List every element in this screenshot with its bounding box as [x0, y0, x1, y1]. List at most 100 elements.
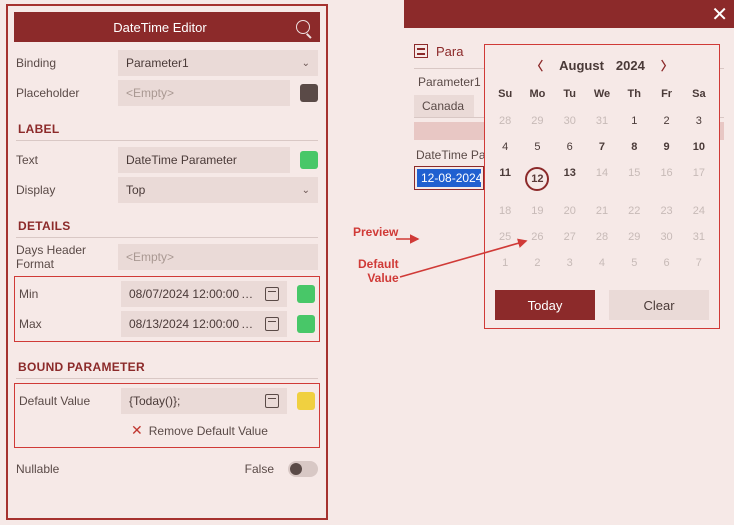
calendar-day[interactable]: 9 — [650, 134, 682, 160]
calendar-day[interactable]: 4 — [489, 134, 521, 160]
binding-label: Binding — [16, 56, 112, 70]
calendar-day: 19 — [521, 198, 553, 224]
calendar-dow: Fr — [650, 84, 682, 108]
calendar-day: 24 — [683, 198, 715, 224]
today-button[interactable]: Today — [495, 290, 595, 320]
parameter-name: Parameter1 — [414, 69, 484, 95]
max-color-swatch[interactable] — [297, 315, 315, 333]
annotation-default-value: DefaultValue — [358, 258, 399, 286]
details-section-title: DETAILS — [16, 211, 318, 238]
close-icon: ✕ — [131, 422, 143, 439]
text-label: Text — [16, 153, 112, 167]
calendar-day: 18 — [489, 198, 521, 224]
calendar-day: 25 — [489, 224, 521, 250]
calendar-popup: 〈 August 2024 〉 SuMoTuWeThFrSa2829303112… — [484, 44, 720, 329]
preview-panel: ✕ Parameters Parameter1 Canada DateTime … — [404, 0, 734, 525]
days-header-input[interactable]: <Empty> — [118, 244, 318, 270]
text-color-swatch[interactable] — [300, 151, 318, 169]
calendar-day: 2 — [521, 250, 553, 276]
calendar-day: 28 — [586, 224, 618, 250]
nullable-value: False — [245, 462, 274, 476]
display-label: Display — [16, 183, 112, 197]
calendar-icon[interactable] — [265, 394, 279, 408]
calendar-day: 20 — [554, 198, 586, 224]
calendar-icon[interactable] — [265, 317, 279, 331]
next-month-button[interactable]: 〉 — [657, 57, 677, 74]
default-value-label: Default Value — [19, 394, 115, 408]
default-value-input[interactable]: {Today()}; — [121, 388, 287, 414]
calendar-day[interactable]: 10 — [683, 134, 715, 160]
calendar-day: 5 — [618, 250, 650, 276]
calendar-dow: We — [586, 84, 618, 108]
editor-title: DateTime Editor — [24, 20, 296, 35]
calendar-day: 21 — [586, 198, 618, 224]
calendar-dow: Mo — [521, 84, 553, 108]
calendar-day: 31 — [586, 108, 618, 134]
max-input[interactable]: 08/13/2024 12:00:00… — [121, 311, 287, 337]
parameter-value[interactable]: Canada — [414, 95, 474, 117]
close-icon[interactable]: ✕ — [711, 2, 728, 27]
calendar-day[interactable]: 1 — [618, 108, 650, 134]
calendar-day: 14 — [586, 160, 618, 198]
calendar-dow: Sa — [683, 84, 715, 108]
calendar-day[interactable]: 7 — [586, 134, 618, 160]
text-input[interactable]: DateTime Parameter — [118, 147, 290, 173]
calendar-day: 27 — [554, 224, 586, 250]
calendar-day: 28 — [489, 108, 521, 134]
calendar-year[interactable]: 2024 — [616, 58, 645, 73]
filter-icon — [414, 44, 428, 58]
calendar-dow: Tu — [554, 84, 586, 108]
editor-header: DateTime Editor — [14, 12, 320, 42]
calendar-day: 1 — [489, 250, 521, 276]
placeholder-color-swatch[interactable] — [300, 84, 318, 102]
calendar-day[interactable]: 3 — [683, 108, 715, 134]
calendar-day: 23 — [650, 198, 682, 224]
calendar-day[interactable]: 8 — [618, 134, 650, 160]
placeholder-label: Placeholder — [16, 86, 112, 100]
calendar-grid: SuMoTuWeThFrSa28293031123456789101112131… — [489, 84, 715, 276]
search-icon[interactable] — [296, 20, 310, 34]
clear-button[interactable]: Clear — [609, 290, 709, 320]
calendar-month[interactable]: August — [559, 58, 604, 73]
calendar-day[interactable]: 5 — [521, 134, 553, 160]
prev-month-button[interactable]: 〈 — [527, 57, 547, 74]
calendar-day[interactable]: 13 — [554, 160, 586, 198]
datetime-label: DateTime Parameter — [414, 144, 484, 166]
preview-titlebar: ✕ — [404, 0, 734, 28]
calendar-day: 17 — [683, 160, 715, 198]
calendar-day[interactable]: 11 — [489, 160, 521, 198]
calendar-day: 16 — [650, 160, 682, 198]
calendar-dow: Su — [489, 84, 521, 108]
calendar-day: 15 — [618, 160, 650, 198]
max-label: Max — [19, 317, 115, 331]
placeholder-input[interactable]: <Empty> — [118, 80, 290, 106]
datetime-preview-field[interactable]: 12-08-2024 — [414, 166, 484, 190]
calendar-day: 3 — [554, 250, 586, 276]
chevron-down-icon: ⌄ — [302, 185, 310, 196]
binding-select[interactable]: Parameter1 ⌄ — [118, 50, 318, 76]
calendar-day: 7 — [683, 250, 715, 276]
min-input[interactable]: 08/07/2024 12:00:00… — [121, 281, 287, 307]
display-select[interactable]: Top ⌄ — [118, 177, 318, 203]
calendar-day[interactable]: 2 — [650, 108, 682, 134]
min-color-swatch[interactable] — [297, 285, 315, 303]
calendar-icon[interactable] — [265, 287, 279, 301]
calendar-day: 30 — [554, 108, 586, 134]
calendar-day: 31 — [683, 224, 715, 250]
nullable-toggle[interactable] — [288, 461, 318, 477]
default-color-swatch[interactable] — [297, 392, 315, 410]
calendar-day: 30 — [650, 224, 682, 250]
chevron-down-icon: ⌄ — [302, 58, 310, 69]
calendar-day[interactable]: 6 — [554, 134, 586, 160]
calendar-day: 29 — [521, 108, 553, 134]
remove-default-button[interactable]: ✕ Remove Default Value — [19, 416, 315, 445]
days-header-label: Days Header Format — [16, 243, 112, 272]
datetime-preview-value: 12-08-2024 — [417, 169, 481, 187]
calendar-day: 26 — [521, 224, 553, 250]
placeholder-row: Placeholder <Empty> — [16, 78, 318, 108]
datetime-editor-panel: DateTime Editor Binding Parameter1 ⌄ Pla… — [6, 4, 328, 520]
calendar-day: 22 — [618, 198, 650, 224]
label-section-title: LABEL — [16, 114, 318, 141]
nullable-label: Nullable — [16, 462, 112, 476]
calendar-day[interactable]: 12 — [521, 160, 553, 198]
